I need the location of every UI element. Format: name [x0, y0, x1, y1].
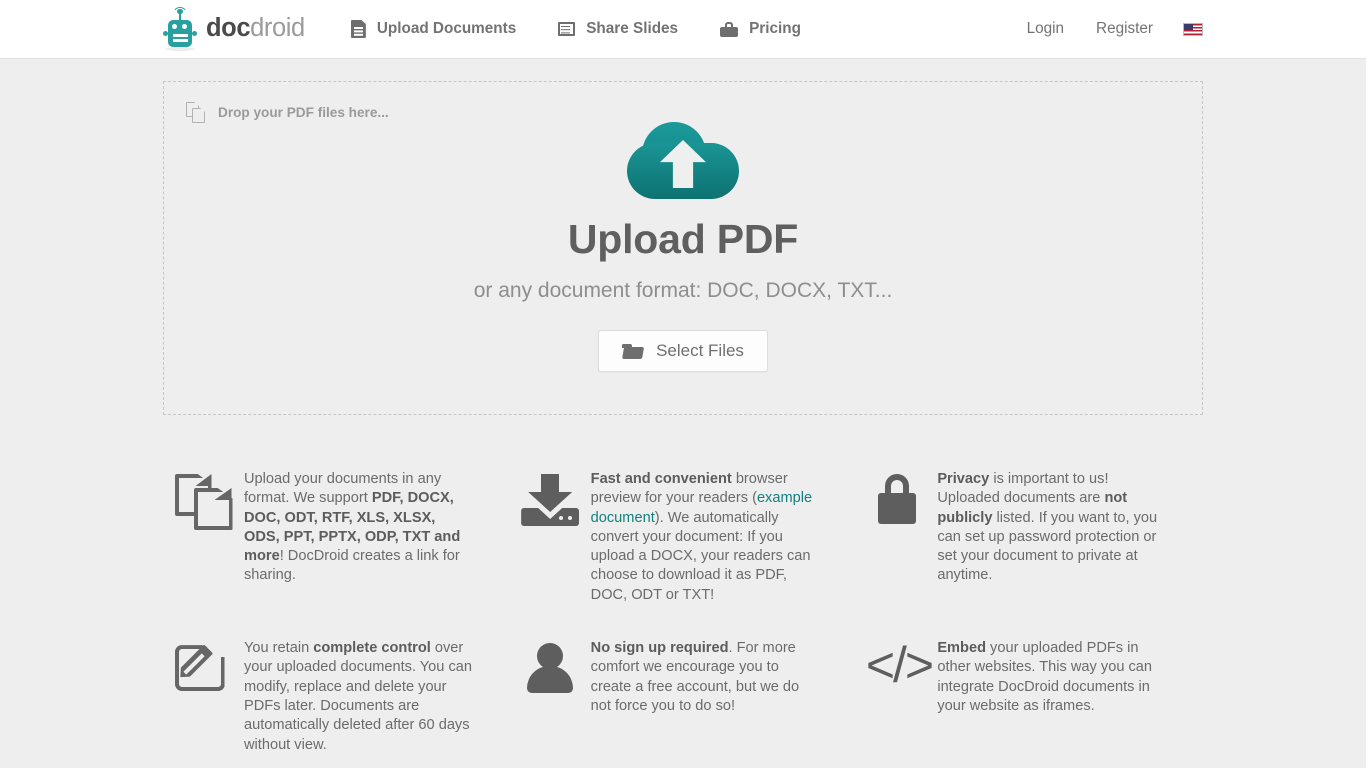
briefcase-icon [720, 21, 739, 37]
feature-icon-wrap [510, 639, 591, 755]
main-navigation: Upload Documents Share Slides Pricing [350, 20, 822, 38]
nav-item-share-slides[interactable]: Share Slides [537, 20, 699, 38]
nav-label-share-slides: Share Slides [586, 20, 679, 37]
feature-icon-wrap [510, 470, 591, 605]
folder-open-icon [622, 343, 645, 359]
feature-icon-wrap: </> [856, 639, 937, 755]
nav-label-upload-documents: Upload Documents [376, 20, 517, 37]
feature-icon-wrap [163, 639, 244, 755]
code-embed-icon: </> [865, 637, 934, 694]
account-navigation: Login Register [1011, 20, 1203, 38]
slides-list-icon [558, 22, 576, 36]
us-flag-icon[interactable] [1183, 22, 1203, 36]
feature-icon-wrap [163, 470, 244, 605]
download-icon [521, 474, 580, 526]
dropzone-center: Upload PDF or any document format: DOC, … [164, 82, 1202, 414]
site-header: docdroid Upload Documents Share Slides P… [0, 0, 1366, 59]
header-inner: docdroid Upload Documents Share Slides P… [0, 0, 1366, 59]
user-icon [527, 643, 574, 694]
nav-link-pricing[interactable]: Pricing [720, 20, 801, 38]
logo-text-droid: droid [250, 14, 305, 43]
select-files-button[interactable]: Select Files [598, 330, 768, 372]
select-files-label: Select Files [656, 341, 744, 360]
nav-link-share-slides[interactable]: Share Slides [558, 20, 678, 38]
feature-text-privacy: Privacy is important to us! Uploaded doc… [937, 471, 1158, 584]
feature-text-no-signup: No sign up required. For more comfort we… [590, 640, 800, 714]
feature-browser-preview: Fast and convenient browser preview for … [510, 470, 857, 605]
nav-item-upload-documents[interactable]: Upload Documents [350, 20, 537, 38]
feature-privacy: Privacy is important to us! Uploaded doc… [856, 470, 1203, 605]
register-link[interactable]: Register [1096, 20, 1153, 38]
docdroid-robot-logo-icon [163, 7, 197, 51]
dropzone-hint: Drop your PDF files here... [186, 102, 389, 123]
feature-control: You retain complete control over your up… [163, 639, 510, 755]
feature-upload-formats: Upload your documents in any format. We … [163, 470, 510, 605]
nav-link-upload-documents[interactable]: Upload Documents [350, 20, 517, 38]
feature-text-embed: Embed your uploaded PDFs in other websit… [937, 640, 1153, 714]
cloud-upload-icon [627, 122, 739, 199]
documents-outline-icon [174, 474, 233, 530]
logo-link[interactable]: docdroid [163, 7, 305, 51]
features-grid: Upload your documents in any format. We … [163, 470, 1203, 755]
document-file-icon [350, 20, 366, 38]
copy-documents-icon [186, 102, 206, 123]
nav-item-pricing[interactable]: Pricing [699, 20, 822, 38]
logo-text-doc: doc [206, 14, 251, 43]
feature-icon-wrap [856, 470, 937, 605]
edit-pencil-icon [174, 643, 233, 693]
page-container: Drop your PDF files here... Upload PDF o… [163, 81, 1203, 755]
nav-label-pricing: Pricing [749, 20, 801, 37]
login-link[interactable]: Login [1027, 20, 1064, 38]
lock-icon [877, 474, 916, 524]
page-subtitle: or any document format: DOC, DOCX, TXT..… [473, 279, 893, 302]
feature-text-browser-preview: Fast and convenient browser preview for … [590, 471, 813, 603]
feature-text-upload-formats: Upload your documents in any format. We … [244, 471, 461, 584]
logo-wordmark: docdroid [206, 16, 305, 42]
file-dropzone[interactable]: Drop your PDF files here... Upload PDF o… [163, 81, 1203, 415]
nav-item-register[interactable]: Register [1080, 20, 1169, 38]
page-title: Upload PDF [567, 216, 799, 262]
feature-no-signup: No sign up required. For more comfort we… [510, 639, 857, 755]
dropzone-hint-label: Drop your PDF files here... [218, 105, 389, 120]
feature-embed: </> Embed your uploaded PDFs in other we… [856, 639, 1203, 755]
feature-text-control: You retain complete control over your up… [244, 640, 472, 753]
nav-item-login[interactable]: Login [1011, 20, 1080, 38]
